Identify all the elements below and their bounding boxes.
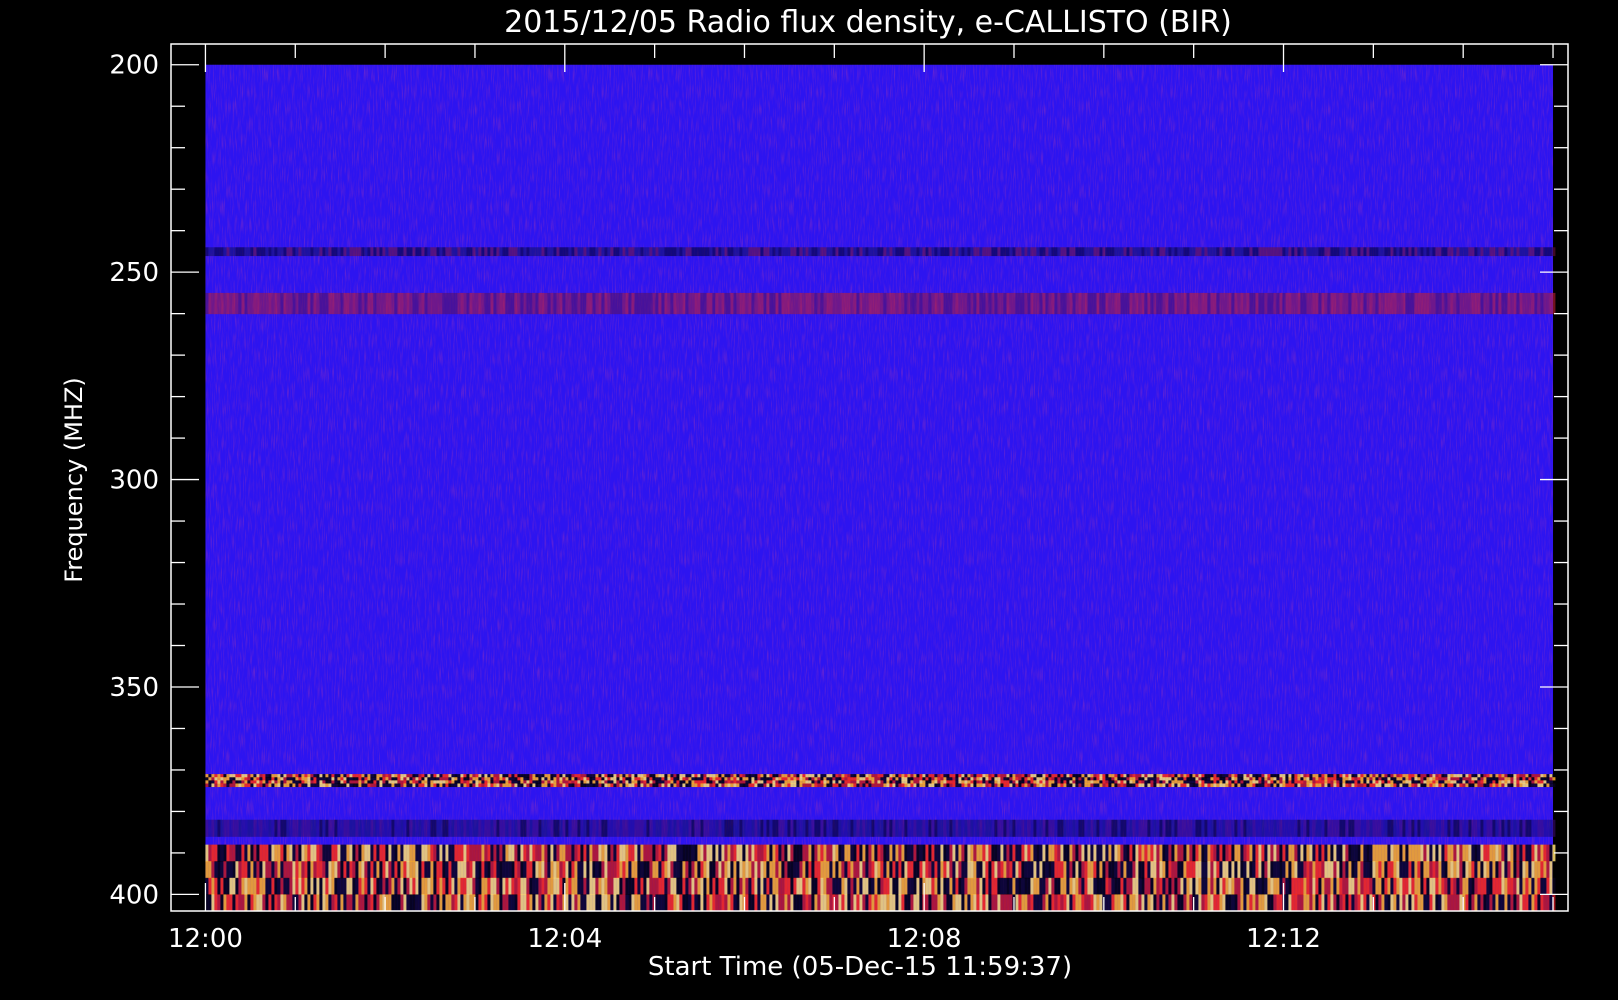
spectrogram-chart: 2015/12/05 Radio flux density, e-CALLIST… (0, 0, 1618, 1000)
x-tick-label: 12:12 (1246, 924, 1321, 954)
y-axis-label: Frequency (MHZ) (60, 377, 88, 583)
y-tick-label: 250 (109, 258, 159, 288)
emission-band-1 (205, 292, 1556, 315)
emission-band-0 (205, 247, 1556, 257)
x-tick-label: 12:08 (887, 924, 962, 954)
emission-band-2 (205, 774, 1556, 788)
x-axis-label: Start Time (05-Dec-15 11:59:37) (648, 952, 1072, 982)
emission-band-3 (205, 819, 1556, 837)
x-tick-label: 12:04 (527, 924, 602, 954)
y-tick-label: 300 (109, 466, 159, 496)
y-tick-label: 400 (109, 880, 159, 910)
spectrogram-heatmap (205, 64, 1556, 912)
y-tick-label: 200 (109, 51, 159, 81)
x-tick-label: 12:00 (168, 924, 243, 954)
chart-title: 2015/12/05 Radio flux density, e-CALLIST… (504, 5, 1232, 40)
emission-band-4 (205, 844, 1556, 912)
y-tick-label: 350 (109, 673, 159, 703)
